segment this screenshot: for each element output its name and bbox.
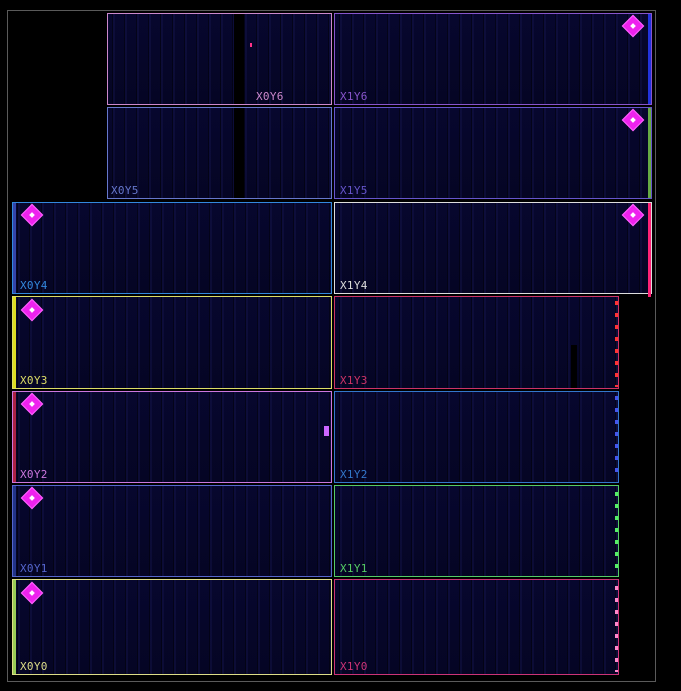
region-label: X0Y1 (20, 562, 48, 575)
placed-cell-marker (324, 426, 329, 436)
clock-region-x0y0[interactable]: X0Y0 (12, 579, 332, 675)
clock-region-x1y3[interactable]: X1Y3 (334, 296, 619, 389)
region-label: X0Y6 (256, 90, 284, 103)
region-label: X0Y0 (20, 660, 48, 673)
placed-cell-marker (250, 43, 252, 47)
clock-root-icon[interactable] (20, 581, 44, 605)
empty-column (234, 14, 244, 104)
clock-root-icon[interactable] (20, 486, 44, 510)
region-label: X0Y5 (111, 184, 139, 197)
region-label: X0Y3 (20, 374, 48, 387)
clock-region-x0y2[interactable]: X0Y2 (12, 391, 332, 483)
clock-root-icon[interactable] (20, 203, 44, 227)
clock-root-icon[interactable] (621, 108, 645, 132)
clock-spine-bar (648, 14, 651, 104)
clock-region-x0y6[interactable]: X0Y6 (107, 13, 332, 105)
clock-region-x1y6[interactable]: X1Y6 (334, 13, 652, 105)
clock-spine-dashes (615, 396, 618, 480)
clock-region-x0y1[interactable]: X0Y1 (12, 485, 332, 577)
region-label: X1Y2 (340, 468, 368, 481)
clock-root-icon[interactable] (621, 14, 645, 38)
clock-root-icon[interactable] (20, 392, 44, 416)
clock-spine-bar (648, 108, 651, 198)
clock-region-x1y1[interactable]: X1Y1 (334, 485, 619, 577)
clock-spine-bar (13, 392, 16, 482)
clock-region-x1y0[interactable]: X1Y0 (334, 579, 619, 675)
region-label: X0Y4 (20, 279, 48, 292)
clock-spine-dashes (615, 301, 618, 387)
region-label: X1Y1 (340, 562, 368, 575)
region-label: X0Y2 (20, 468, 48, 481)
clock-region-x1y5[interactable]: X1Y5 (334, 107, 652, 199)
clock-spine-dashes (615, 586, 618, 672)
clock-region-x0y5[interactable]: X0Y5 (107, 107, 332, 199)
region-label: X1Y4 (340, 279, 368, 292)
region-label: X1Y6 (340, 90, 368, 103)
region-label: X1Y5 (340, 184, 368, 197)
clock-region-x0y4[interactable]: X0Y4 (12, 202, 332, 294)
empty-column (571, 345, 577, 388)
clock-region-x0y3[interactable]: X0Y3 (12, 296, 332, 389)
clock-region-x1y2[interactable]: X1Y2 (334, 391, 619, 483)
clock-spine-bar (13, 580, 16, 674)
clock-spine-bar (648, 203, 651, 297)
clock-region-x1y4[interactable]: X1Y4 (334, 202, 652, 297)
clock-spine-dashes (615, 492, 618, 574)
clock-spine-bar (13, 297, 16, 388)
clock-spine-bar (13, 486, 16, 576)
empty-column (234, 108, 244, 198)
clock-root-icon[interactable] (621, 203, 645, 227)
region-label: X1Y0 (340, 660, 368, 673)
clock-spine-bar (13, 203, 16, 293)
region-label: X1Y3 (340, 374, 368, 387)
device-view[interactable]: X0Y6 X1Y6 X0Y5 X1Y5 X0Y4 X1Y4 X0Y3 X1Y3 (0, 0, 681, 691)
clock-root-icon[interactable] (20, 298, 44, 322)
